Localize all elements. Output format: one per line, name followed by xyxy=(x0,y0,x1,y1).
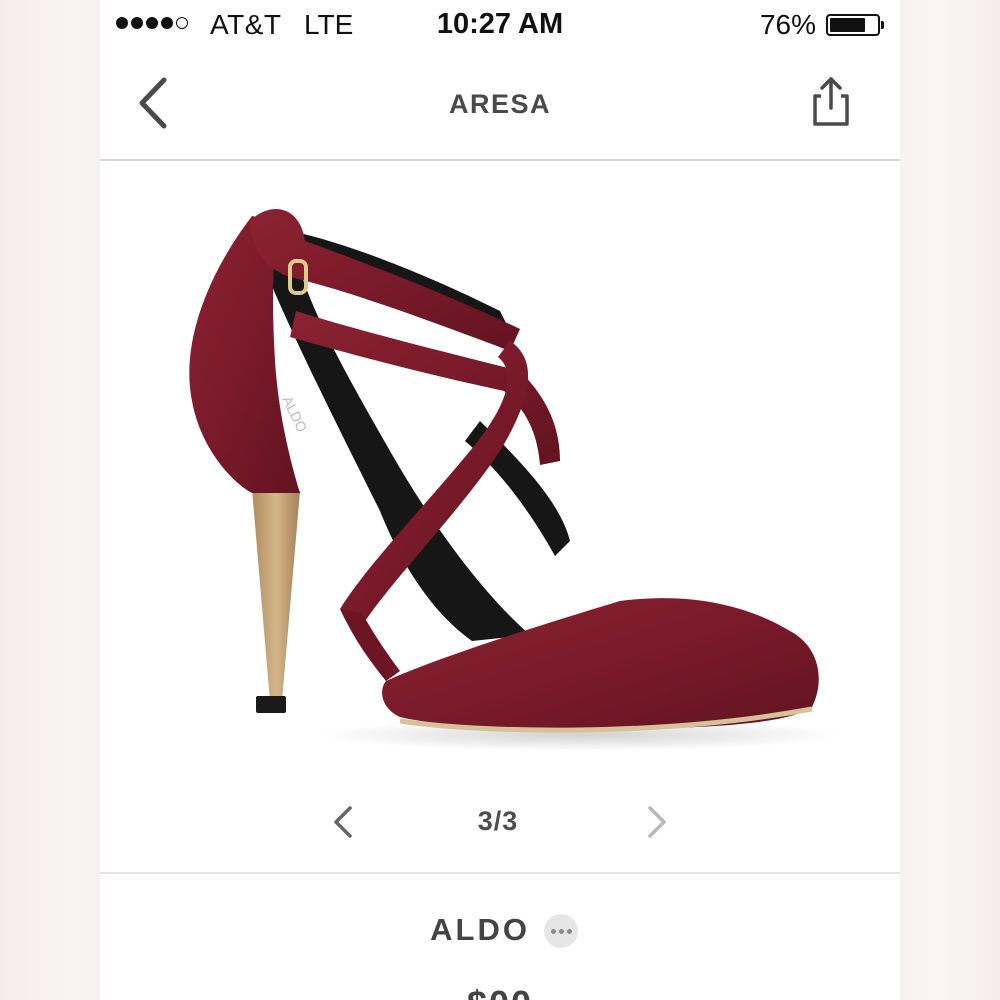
battery-percent: 76% xyxy=(759,9,816,40)
battery-icon xyxy=(826,14,884,36)
next-image-button[interactable] xyxy=(638,800,674,844)
share-icon xyxy=(813,77,849,126)
more-dots-icon xyxy=(558,928,564,934)
background-right xyxy=(900,0,1000,1000)
section-divider xyxy=(100,872,900,874)
brand-row: ALDO xyxy=(100,900,900,960)
shoe-illustration: ALDO xyxy=(189,209,840,751)
share-button[interactable] xyxy=(806,74,856,130)
previous-image-button[interactable] xyxy=(326,800,362,844)
product-price: $00 xyxy=(100,984,900,1000)
chevron-left-icon xyxy=(334,806,352,838)
status-bar: AT&T LTE 10:27 AM 76% xyxy=(100,0,900,52)
more-dots-icon xyxy=(550,928,556,934)
more-options-button[interactable] xyxy=(544,914,578,948)
page-title: ARESA xyxy=(448,89,551,119)
navigation-bar: ARESA xyxy=(100,52,900,161)
brand-name[interactable]: ALDO xyxy=(410,912,530,948)
background-left xyxy=(0,0,100,1000)
image-counter: 3/3 xyxy=(477,806,519,836)
more-dots-icon xyxy=(566,928,572,934)
product-image[interactable]: ALDO xyxy=(100,161,900,781)
battery-level-fill xyxy=(830,18,865,32)
heel-tip xyxy=(256,696,286,713)
image-pager: 3/3 xyxy=(100,790,900,854)
phone-screen: AT&T LTE 10:27 AM 76% ARESA ALDO 3/3 ALD… xyxy=(100,0,900,1000)
chevron-right-icon xyxy=(648,806,666,838)
battery-nub xyxy=(881,21,884,29)
insole-logo: ALDO xyxy=(279,393,310,434)
shoe-heel xyxy=(252,489,300,701)
quarter-strap xyxy=(340,609,400,681)
